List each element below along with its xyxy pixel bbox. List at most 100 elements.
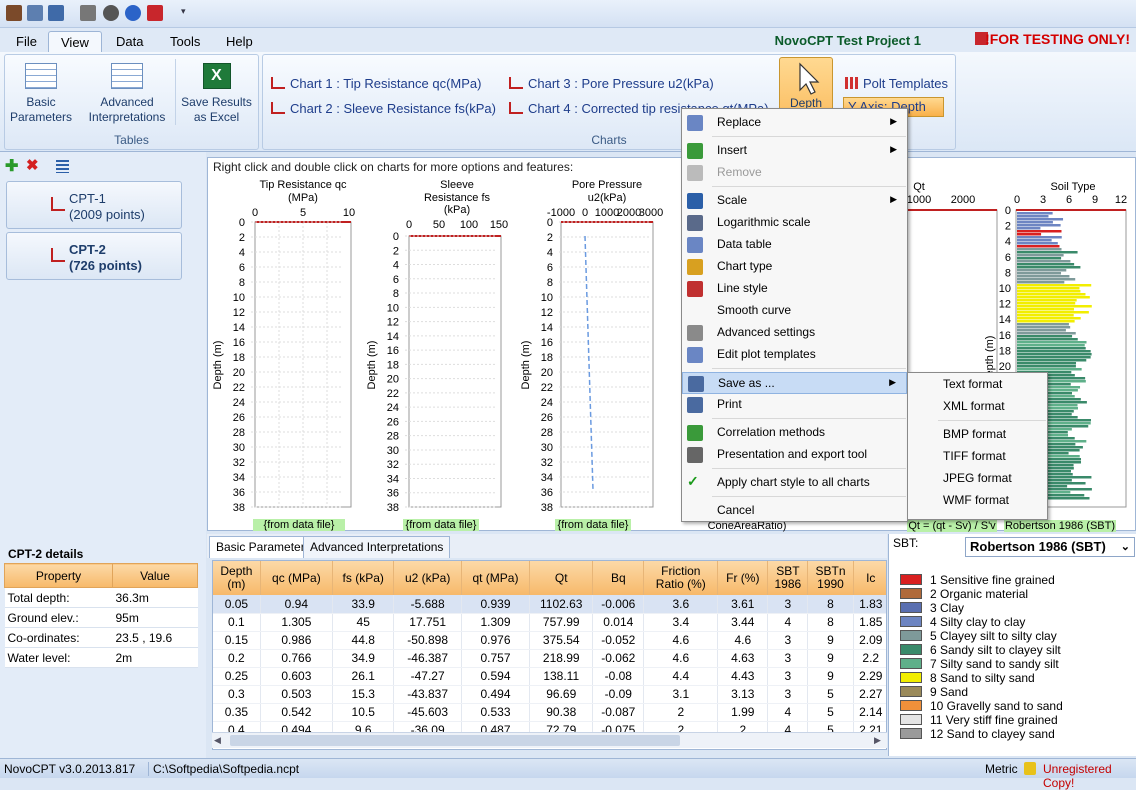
advanced-interpretations-button[interactable]: Advanced Interpretations [83,59,171,125]
soil-bar [1017,221,1053,224]
grid-header[interactable]: qt (MPa) [461,561,531,595]
exit-icon[interactable] [147,5,163,21]
grid-header[interactable]: u2 (kPa) [393,561,462,595]
grid-header[interactable]: qc (MPa) [260,561,333,595]
menu-item-remove[interactable]: Remove [682,162,907,184]
menu-item-correlation-methods[interactable]: Correlation methods [682,422,907,444]
cpt-2-button[interactable]: CPT-2 (726 points) [6,232,182,280]
grid-cell: 0.766 [260,649,333,668]
menu-item-log-scale[interactable]: Logarithmic scale [682,212,907,234]
menu-file[interactable]: File [4,31,49,52]
horizontal-scrollbar[interactable]: ◀ ▶ [212,732,887,748]
soil-bar [1017,368,1082,371]
sbt-select[interactable]: Robertson 1986 (SBT) ⌄ [965,537,1135,557]
data-grid[interactable]: Depth (m) qc (MPa) fs (kPa) u2 (kPa) qt (MPa)… [212,560,887,750]
grid-cell: 4.4 [643,667,719,686]
menu-item-scale[interactable]: Scale ▶ [682,190,907,212]
soil-bar [1017,263,1075,266]
soil-bar [1017,326,1071,329]
table-row[interactable]: 0.3 0.503 15.3 -43.837 0.494 96.69 -0.09 3.1 3.1… [213,685,886,704]
units-indicator[interactable]: Metric [985,762,1018,776]
chart2-button[interactable]: Chart 2 : Sleeve Resistance fs(kPa) [271,101,496,116]
menu-data[interactable]: Data [104,31,155,52]
menu-item-edit-plot-templates[interactable]: Edit plot templates [682,344,907,366]
table-row[interactable]: 0.1 1.305 45 17.751 1.309 757.99 0.014 3.4 3.44 4… [213,613,886,632]
fs-plot[interactable]: Sleeve Resistance fs (kPa) 0 50 100 150 … [366,179,508,531]
plot-templates-button[interactable]: Polt Templates [845,76,948,91]
grid-header[interactable]: Fr (%) [717,561,769,595]
menu-help[interactable]: Help [214,31,265,52]
submenu-item[interactable]: WMF format [908,490,1047,512]
soil-bar [1017,353,1092,356]
help-icon[interactable] [125,5,141,21]
menu-item-label: Apply chart style to all charts [717,475,870,489]
scroll-left-icon[interactable]: ◀ [214,735,221,746]
grid-cell: 0.3 [213,685,261,704]
submenu-item[interactable]: Text format [908,374,1047,396]
submenu-item[interactable]: XML format [908,396,1047,418]
menu-item-smooth-curve[interactable]: Smooth curve [682,300,907,322]
legend-swatch [900,686,922,697]
log-scale-icon [687,215,703,231]
u2-plot[interactable]: Pore Pressure u2(kPa) -1000 0 1000 2000 … [520,179,663,531]
submenu-item[interactable]: JPEG format [908,468,1047,490]
menu-item-chart-type[interactable]: Chart type [682,256,907,278]
table-row[interactable]: 0.2 0.766 34.9 -46.387 0.757 218.99 -0.062 4.6 4… [213,649,886,668]
cpt-1-button[interactable]: CPT-1 (2009 points) [6,181,182,229]
table-row[interactable]: 0.15 0.986 44.8 -50.898 0.976 375.54 -0.052 4.6… [213,631,886,650]
menu-item-advanced-settings[interactable]: Advanced settings [682,322,907,344]
settings-icon[interactable] [103,5,119,21]
legend-swatch [900,714,922,725]
basic-parameters-button[interactable]: Basic Parameters [9,59,73,125]
grid-header[interactable]: Ic [853,561,886,595]
grid-header[interactable]: Qt [529,561,594,595]
customize-toolbar-icon[interactable]: ▾ [181,6,186,17]
grid-header[interactable]: Bq [592,561,645,595]
submenu-item[interactable]: BMP format [908,424,1047,446]
table-row[interactable]: 0.05 0.94 33.9 -5.688 0.939 1102.63 -0.006 3.6 3… [213,595,886,614]
print-icon[interactable] [80,5,96,21]
add-icon[interactable]: ✚ [5,159,18,175]
menu-item-data-table[interactable]: Data table [682,234,907,256]
menu-item-label: Logarithmic scale [717,215,811,229]
grid-header[interactable]: fs (kPa) [332,561,395,595]
grid-header[interactable]: SBTn 1990 [807,561,854,595]
tab-basic-parameters[interactable]: Basic Parameters [209,536,318,558]
chart3-button[interactable]: Chart 3 : Pore Pressure u2(kPa) [509,76,714,91]
calculator-icon[interactable] [27,5,43,21]
table-row[interactable]: 0.35 0.542 10.5 -45.603 0.533 90.38 -0.087 2 1.9… [213,703,886,722]
depth-tick: 34 [541,472,553,484]
grid-cell: 0.1 [213,613,261,632]
soil-depth-tick: 4 [1005,236,1011,248]
save-icon[interactable] [48,5,64,21]
grid-header[interactable]: Depth (m) [213,561,261,595]
submenu-item[interactable]: TIFF format [908,446,1047,468]
menu-item-insert[interactable]: Insert ▶ [682,140,907,162]
soil-bar [1017,260,1071,263]
grid-cell: 0.15 [213,631,261,650]
qc-plot[interactable]: Tip Resistance qc (MPa) 0 5 10 Depth (m)… [212,179,355,531]
legend-label: 12 Sand to clayey sand [930,727,1055,741]
scroll-right-icon[interactable]: ▶ [874,735,881,746]
list-icon[interactable] [56,160,69,173]
save-excel-button[interactable]: X Save Results as Excel [175,59,257,125]
menu-item-cancel[interactable]: Cancel [682,500,907,522]
menu-item-line-style[interactable]: Line style [682,278,907,300]
books-icon[interactable] [6,5,22,21]
menu-item-replace[interactable]: Replace ▶ [682,112,907,134]
table-row[interactable]: 0.25 0.603 26.1 -47.27 0.594 138.11 -0.08 4.4 4.… [213,667,886,686]
chart1-button[interactable]: Chart 1 : Tip Resistance qc(MPa) [271,76,481,91]
depth-tick: 4 [239,247,245,259]
menu-item-presentation-export[interactable]: Presentation and export tool [682,444,907,466]
menu-tools[interactable]: Tools [158,31,212,52]
menu-item-label: Remove [717,165,762,179]
menu-view[interactable]: View [48,31,102,52]
grid-header[interactable]: SBT 1986 [767,561,809,595]
menu-item-print[interactable]: Print [682,394,907,416]
menu-item-save-as[interactable]: Save as ... ▶ [682,372,907,394]
delete-icon[interactable]: ✖ [26,158,39,173]
grid-header[interactable]: Friction Ratio (%) [643,561,719,595]
scroll-thumb[interactable] [230,735,680,746]
tab-advanced-interpretations[interactable]: Advanced Interpretations [303,536,451,558]
menu-item-apply-chart-style[interactable]: ✓ Apply chart style to all charts [682,472,907,494]
